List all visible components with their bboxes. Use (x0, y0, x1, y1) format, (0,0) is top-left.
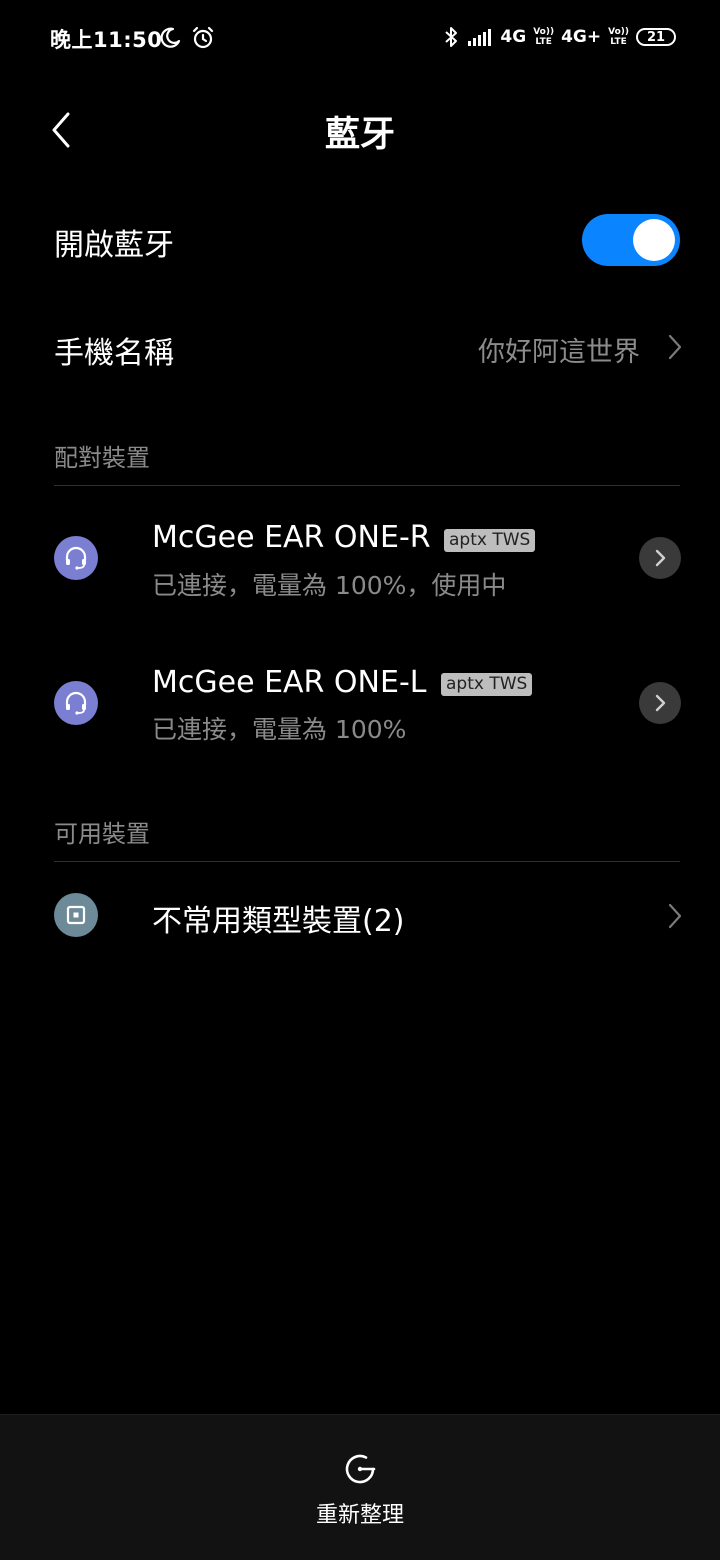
refresh-label: 重新整理 (315, 1503, 404, 1528)
battery-icon: 21 (636, 28, 676, 46)
device-details-button[interactable] (639, 537, 681, 579)
bluetooth-toggle-label: 開啟藍牙 (54, 228, 174, 263)
headset-icon (54, 536, 98, 580)
chevron-right-icon (668, 334, 682, 360)
bottom-action-bar: 重新整理 (0, 1414, 720, 1560)
headset-icon (54, 681, 98, 725)
chevron-right-icon (668, 903, 682, 929)
device-status: 已連接，電量為 100% (152, 715, 407, 744)
signal-icon (468, 29, 492, 46)
divider (54, 485, 680, 486)
phone-name-value: 你好阿這世界 (478, 337, 640, 368)
device-name: McGee EAR ONE-R (152, 520, 431, 555)
bluetooth-settings-screen: 晚上11:50 4G Vo)) LTE 4G+ Vo)) LTE 21 藍牙 開… (0, 0, 720, 1560)
paired-devices-header: 配對裝置 (54, 444, 150, 472)
divider (54, 861, 680, 862)
generic-device-icon (54, 893, 98, 937)
page-title: 藍牙 (324, 115, 395, 155)
network-type-1: 4G (500, 27, 527, 47)
volte-indicator-2: Vo)) LTE (608, 27, 629, 47)
device-details-button[interactable] (639, 682, 681, 724)
bluetooth-toggle-switch[interactable] (582, 214, 680, 266)
chevron-right-icon (655, 549, 666, 567)
device-name: McGee EAR ONE-L (152, 665, 427, 700)
toggle-knob (633, 219, 675, 261)
network-type-2: 4G+ (561, 27, 602, 47)
codec-badge: aptx TWS (441, 673, 533, 696)
alarm-icon (192, 26, 214, 49)
codec-badge: aptx TWS (444, 529, 536, 552)
status-right-group: 4G Vo)) LTE 4G+ Vo)) LTE 21 (442, 25, 676, 49)
bluetooth-icon (445, 27, 458, 47)
moon-icon (160, 27, 181, 48)
status-bar: 晚上11:50 4G Vo)) LTE 4G+ Vo)) LTE 21 (0, 0, 720, 76)
phone-name-label: 手機名稱 (54, 336, 174, 371)
device-status: 已連接，電量為 100%，使用中 (152, 571, 507, 600)
device-name: 不常用類型裝置(2) (152, 904, 405, 939)
refresh-icon (345, 1454, 376, 1484)
available-devices-header: 可用裝置 (54, 820, 150, 848)
status-time: 晚上11:50 (50, 28, 163, 52)
battery-level: 21 (646, 29, 666, 45)
volte-indicator-1: Vo)) LTE (533, 27, 555, 47)
chevron-right-icon (655, 694, 666, 712)
refresh-button[interactable]: 重新整理 (300, 1435, 420, 1545)
